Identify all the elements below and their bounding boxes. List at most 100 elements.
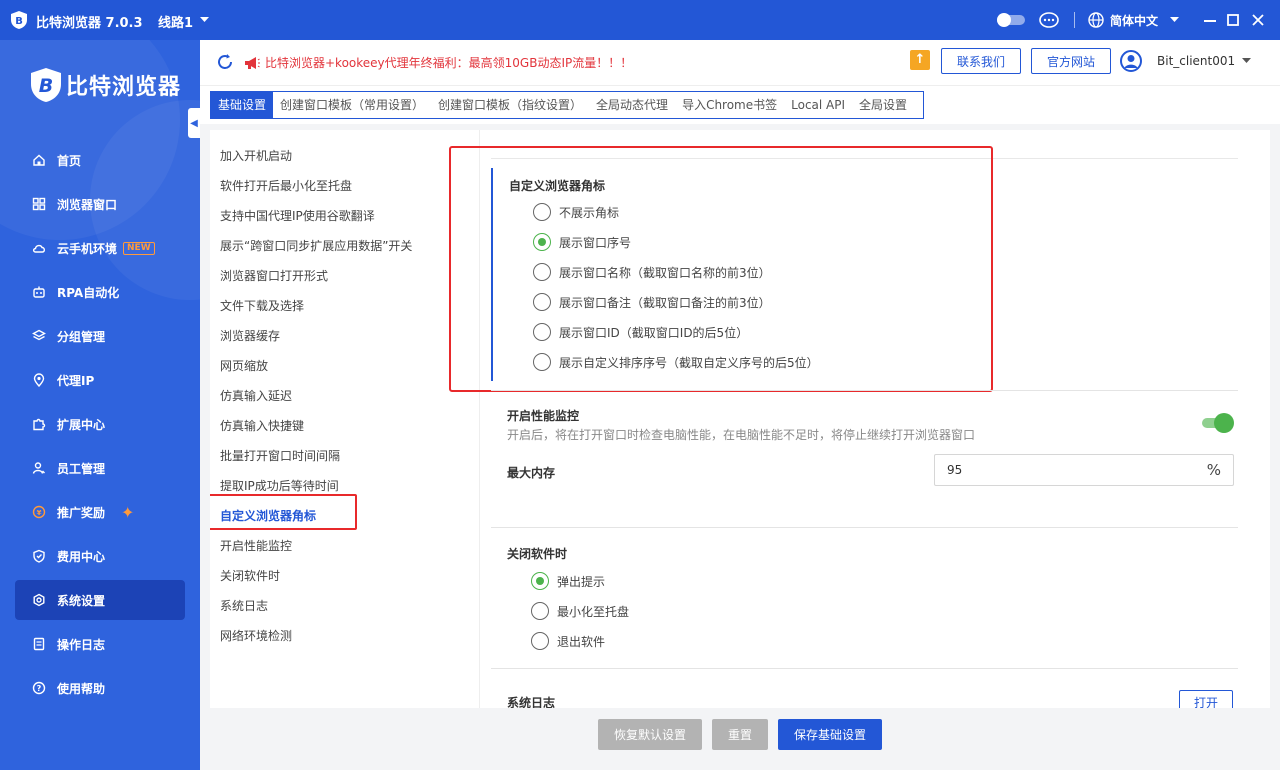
sidebar-item[interactable]: 系统设置 <box>15 580 185 620</box>
close-section-title: 关闭软件时 <box>507 547 568 561</box>
sidebar-collapse-button[interactable]: ◀ <box>188 108 200 138</box>
sidebar: B 比特浏览器 首页浏览器窗口云手机环境 NEW RPA自动化 分组管理代理IP 扩展中… <box>0 40 200 770</box>
radio-option[interactable]: 弹出提示 <box>531 572 605 590</box>
brand-name: 比特浏览器 <box>66 75 182 100</box>
line-selector[interactable]: 线路1 <box>158 12 193 31</box>
settings-menu-item[interactable]: 提取IP成功后等待时间 <box>220 477 339 494</box>
settings-menu-item[interactable]: 浏览器缓存 <box>220 327 280 344</box>
sidebar-item[interactable]: 操作日志 <box>15 624 185 664</box>
settings-menu-item[interactable]: 网络环境检测 <box>220 627 292 644</box>
sidebar-item[interactable]: ¥ 推广奖励 ✦ <box>15 492 185 532</box>
tab[interactable]: Local API <box>784 92 852 118</box>
layers-icon <box>32 329 46 341</box>
radio-unchecked-icon[interactable] <box>531 632 549 650</box>
minimize-icon[interactable] <box>1204 20 1216 22</box>
svg-text:?: ? <box>37 684 42 693</box>
avatar[interactable] <box>1120 50 1142 72</box>
close-icon[interactable] <box>1252 14 1264 26</box>
reset-button[interactable]: 重置 <box>712 719 768 750</box>
radio-option[interactable]: 最小化至托盘 <box>531 602 629 620</box>
settings-menu-item[interactable]: 开启性能监控 <box>220 537 292 554</box>
percent-unit: % <box>1206 461 1221 479</box>
gear-icon <box>33 593 45 607</box>
radio-label: 最小化至托盘 <box>557 604 630 619</box>
sidebar-item-label: 首页 <box>57 153 82 168</box>
sidebar-item-label: 费用中心 <box>57 549 106 564</box>
settings-menu-item[interactable]: 展示“跨窗口同步扩展应用数据”开关 <box>220 237 412 254</box>
upload-icon[interactable]: ↑ <box>910 50 930 70</box>
settings-menu-item[interactable]: 网页缩放 <box>220 357 268 374</box>
globe-icon[interactable] <box>1088 12 1104 28</box>
settings-menu-item[interactable]: 支持中国代理IP使用谷歌翻译 <box>220 207 375 224</box>
tab[interactable]: 导入Chrome书签 <box>675 92 784 118</box>
perf-monitor-toggle[interactable] <box>1202 413 1234 433</box>
settings-menu-item[interactable]: 系统日志 <box>220 597 268 614</box>
settings-menu-item[interactable]: 文件下载及选择 <box>220 297 304 314</box>
sidebar-item-label: 使用帮助 <box>57 681 106 696</box>
language-selector[interactable]: 简体中文 <box>1110 12 1158 29</box>
tab[interactable]: 创建窗口模板（常用设置） <box>273 92 431 118</box>
settings-menu: 加入开机启动软件打开后最小化至托盘支持中国代理IP使用谷歌翻译展示“跨窗口同步扩… <box>210 130 480 708</box>
coin-icon: ¥ <box>32 505 46 519</box>
puzzle-icon <box>33 418 46 431</box>
megaphone-icon <box>245 56 260 69</box>
sidebar-item[interactable]: RPA自动化 <box>15 272 185 312</box>
sidebar-item[interactable]: 扩展中心 <box>15 404 185 444</box>
radio-option[interactable]: 退出软件 <box>531 632 605 650</box>
content-area: 加入开机启动软件打开后最小化至托盘支持中国代理IP使用谷歌翻译展示“跨窗口同步扩… <box>200 124 1280 770</box>
refresh-icon[interactable] <box>216 53 234 71</box>
tab[interactable]: 全局设置 <box>852 92 914 118</box>
sidebar-item-label: 云手机环境 <box>57 241 118 256</box>
settings-menu-item[interactable]: 仿真输入延迟 <box>220 387 292 404</box>
sidebar-item[interactable]: 费用中心 <box>15 536 185 576</box>
top-bar: 比特浏览器+kookeey代理年终福利：最高领10GB动态IP流量！！！ ↑ 联… <box>200 40 1280 86</box>
sidebar-item[interactable]: ? 使用帮助 <box>15 668 185 708</box>
settings-menu-item[interactable]: 浏览器窗口打开形式 <box>220 267 328 284</box>
tab[interactable]: 基础设置 <box>211 92 274 118</box>
promo-text[interactable]: 比特浏览器+kookeey代理年终福利：最高领10GB动态IP流量！！！ <box>265 54 632 71</box>
settings-menu-item[interactable]: 关闭软件时 <box>220 567 280 584</box>
sidebar-item-label: 代理IP <box>57 373 95 388</box>
username[interactable]: Bit_client001 <box>1157 54 1235 68</box>
sidebar-item[interactable]: 代理IP <box>15 360 185 400</box>
sidebar-item[interactable]: 分组管理 <box>15 316 185 356</box>
tab[interactable]: 创建窗口模板（指纹设置） <box>431 92 589 118</box>
sidebar-item[interactable]: 员工管理 <box>15 448 185 488</box>
toggle-knob <box>1214 413 1234 433</box>
save-basic-settings-button[interactable]: 保存基础设置 <box>778 719 882 750</box>
line-caret-icon[interactable] <box>200 17 209 23</box>
theme-toggle-icon[interactable] <box>996 12 1026 28</box>
settings-menu-item[interactable]: 软件打开后最小化至托盘 <box>220 177 352 194</box>
title-bar: B 比特浏览器 7.0.3 线路1 简体中文 <box>0 0 1280 40</box>
maximize-icon[interactable] <box>1227 14 1239 26</box>
grid-icon <box>32 197 46 211</box>
restore-defaults-button[interactable]: 恢复默认设置 <box>598 719 702 750</box>
contact-us-button[interactable]: 联系我们 <box>941 48 1021 74</box>
section-divider <box>491 527 1238 528</box>
user-menu-caret-icon[interactable] <box>1242 58 1251 64</box>
log-section-title: 系统日志 <box>507 696 556 708</box>
svg-text:¥: ¥ <box>37 509 42 517</box>
tab[interactable]: 全局动态代理 <box>589 92 675 118</box>
settings-menu-item[interactable]: 批量打开窗口时间间隔 <box>220 447 340 464</box>
radio-checked-icon[interactable] <box>531 572 549 590</box>
official-website-button[interactable]: 官方网站 <box>1031 48 1111 74</box>
language-caret-icon[interactable] <box>1170 17 1179 23</box>
sparkle-icon: ✦ <box>121 502 135 522</box>
sidebar-item[interactable]: 浏览器窗口 <box>15 184 185 224</box>
max-memory-input[interactable]: 95 % <box>934 454 1234 486</box>
customer-service-icon[interactable] <box>1038 11 1060 29</box>
sidebar-item[interactable]: 云手机环境 NEW <box>15 228 185 268</box>
settings-menu-item[interactable]: 加入开机启动 <box>220 147 292 164</box>
settings-menu-item[interactable]: 仿真输入快捷键 <box>220 417 304 434</box>
new-badge: NEW <box>123 241 155 255</box>
sidebar-brand: B 比特浏览器 <box>30 67 181 103</box>
badge-section-highlight-box <box>449 146 993 392</box>
sidebar-item[interactable]: 首页 <box>15 140 185 180</box>
sidebar-item-label: 员工管理 <box>57 461 106 476</box>
promo-banner[interactable]: 比特浏览器+kookeey代理年终福利：最高领10GB动态IP流量！！！ <box>244 54 632 71</box>
open-log-button[interactable]: 打开 <box>1179 690 1233 708</box>
radio-unchecked-icon[interactable] <box>531 602 549 620</box>
section-divider <box>491 668 1238 669</box>
home-icon <box>33 154 45 166</box>
